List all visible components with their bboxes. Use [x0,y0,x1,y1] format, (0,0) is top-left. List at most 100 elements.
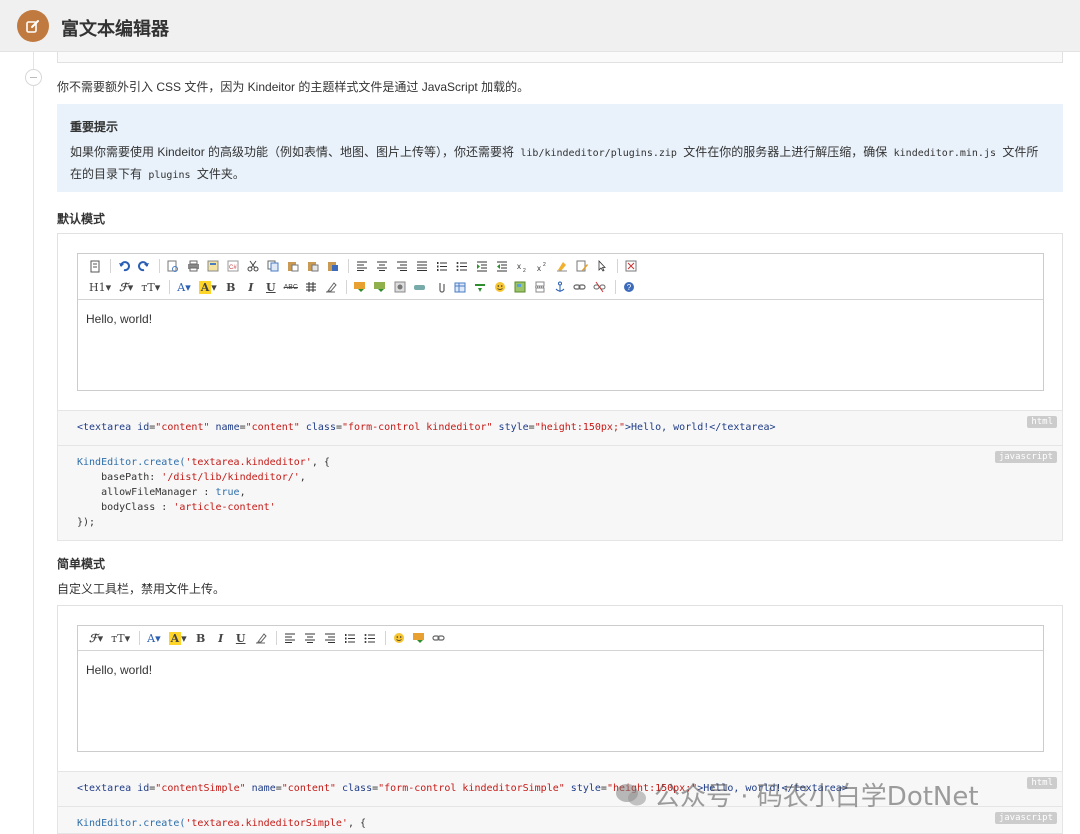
code-language-tag: html [1027,777,1057,789]
redo-icon[interactable] [135,257,153,275]
align-left-icon[interactable] [281,629,299,647]
align-right-icon[interactable] [393,257,411,275]
pagebreak-icon[interactable] [531,278,549,296]
map-icon[interactable] [511,278,529,296]
superscript-icon[interactable]: x2 [533,257,551,275]
link-icon[interactable] [430,629,448,647]
bold-button[interactable]: B [222,278,240,296]
page-title: 富文本编辑器 [61,19,169,39]
align-justify-icon[interactable] [413,257,431,275]
code-token: KindEditor.create( [77,818,186,829]
simple-editor[interactable]: ℱ▾ тT▾ A▾ A ▾ B I U Hello, world! [77,625,1044,752]
section-desc-simple: 自定义工具栏，禁用文件上传。 [57,582,226,596]
strikethrough-button[interactable]: ABC [282,278,300,296]
align-right-icon[interactable] [321,629,339,647]
anchor-icon[interactable] [551,278,569,296]
select-all-icon[interactable] [593,257,611,275]
underline-button[interactable]: U [262,278,280,296]
media-icon[interactable] [411,278,429,296]
help-icon[interactable]: ? [620,278,638,296]
template-icon[interactable] [204,257,222,275]
section-title-default: 默认模式 [57,212,106,226]
inline-code: kindeditor.min.js [893,148,996,159]
notice-title: 重要提示 [70,120,119,134]
ordered-list-icon[interactable] [341,629,359,647]
edit-icon [17,10,49,42]
default-editor-content[interactable]: Hello, world! [86,312,152,326]
code-token: allowFileManager : [77,487,216,498]
bold-button[interactable]: B [192,629,210,647]
code-token: class [341,783,373,794]
paste-word-icon[interactable] [324,257,342,275]
code-token: style [498,422,529,433]
code-token: <textarea [77,783,138,794]
subscript-icon[interactable]: x2 [513,257,531,275]
toolbar-separator [384,631,386,645]
code-icon[interactable]: C# [224,257,242,275]
link-icon[interactable] [571,278,589,296]
image-icon[interactable] [410,629,428,647]
multi-image-icon[interactable] [371,278,389,296]
hilitecolor-button[interactable]: A ▾ [196,278,220,296]
remove-format-icon[interactable] [252,629,270,647]
image-icon[interactable] [351,278,369,296]
line-height-icon[interactable] [302,278,320,296]
code-token: , { [311,457,330,468]
ordered-list-icon[interactable] [433,257,451,275]
paste-plain-icon[interactable] [304,257,322,275]
align-center-icon[interactable] [373,257,391,275]
unlink-icon[interactable] [591,278,609,296]
hr-icon[interactable] [471,278,489,296]
undo-icon[interactable] [115,257,133,275]
default-editor[interactable]: C# x2 x2 H1▾ ℱ▾ тT▾ A▾ A ▾ B I U ABC ? H… [77,253,1044,391]
fullscreen-icon[interactable] [622,257,640,275]
code-language-tag: html [1027,416,1057,428]
font-family-dropdown[interactable]: ℱ▾ [86,629,106,647]
clear-format-icon[interactable] [553,257,571,275]
notice-text-part: 文件在你的服务器上进行解压缩，确保 [683,145,888,159]
cut-icon[interactable] [244,257,262,275]
heading-dropdown[interactable]: H1▾ [86,278,114,296]
print-icon[interactable] [184,257,202,275]
align-center-icon[interactable] [301,629,319,647]
quick-format-icon[interactable] [573,257,591,275]
emoticons-icon[interactable] [390,629,408,647]
unordered-list-icon[interactable] [361,629,379,647]
flash-icon[interactable] [391,278,409,296]
table-icon[interactable] [451,278,469,296]
copy-icon[interactable] [264,257,282,275]
italic-button[interactable]: I [242,278,260,296]
italic-button[interactable]: I [212,629,230,647]
remove-format-icon[interactable] [322,278,340,296]
code-token: "form-control kindeditorSimple" [378,783,565,794]
paste-icon[interactable] [284,257,302,275]
outdent-icon[interactable] [493,257,511,275]
unordered-list-icon[interactable] [453,257,471,275]
collapse-toggle-icon[interactable] [25,69,42,86]
underline-button[interactable]: U [232,629,250,647]
emoticons-icon[interactable] [491,278,509,296]
toolbar-separator [110,259,111,273]
font-size-dropdown[interactable]: тT▾ [108,629,133,647]
hilitecolor-button[interactable]: A ▾ [166,629,190,647]
preview-icon[interactable] [164,257,182,275]
font-size-dropdown[interactable]: тT▾ [138,278,163,296]
timeline-line [33,52,34,834]
forecolor-button[interactable]: A▾ [144,629,163,647]
forecolor-button[interactable]: A▾ [174,278,193,296]
inline-code: lib/kindeditor/plugins.zip [520,148,677,159]
insert-file-icon[interactable] [431,278,449,296]
notice-text-part: 如果你需要使用 Kindeitor 的高级功能（例如表情、地图、图片上传等），你… [70,145,515,159]
simple-editor-content[interactable]: Hello, world! [86,663,152,677]
simple-editor-toolbar: ℱ▾ тT▾ A▾ A ▾ B I U [78,626,1043,651]
toolbar-separator [348,259,349,273]
important-notice: 重要提示 如果你需要使用 Kindeitor 的高级功能（例如表情、地图、图片上… [57,104,1063,192]
font-family-dropdown[interactable]: ℱ▾ [116,278,136,296]
indent-icon[interactable] [473,257,491,275]
source-icon[interactable] [86,257,104,275]
align-left-icon[interactable] [353,257,371,275]
toolbar-separator [139,631,141,645]
code-token: 'textarea.kindeditor' [185,457,312,468]
toolbar-row-2: H1▾ ℱ▾ тT▾ A▾ A ▾ B I U ABC ? [86,278,640,296]
simple-toolbar-row: ℱ▾ тT▾ A▾ A ▾ B I U [86,629,450,647]
